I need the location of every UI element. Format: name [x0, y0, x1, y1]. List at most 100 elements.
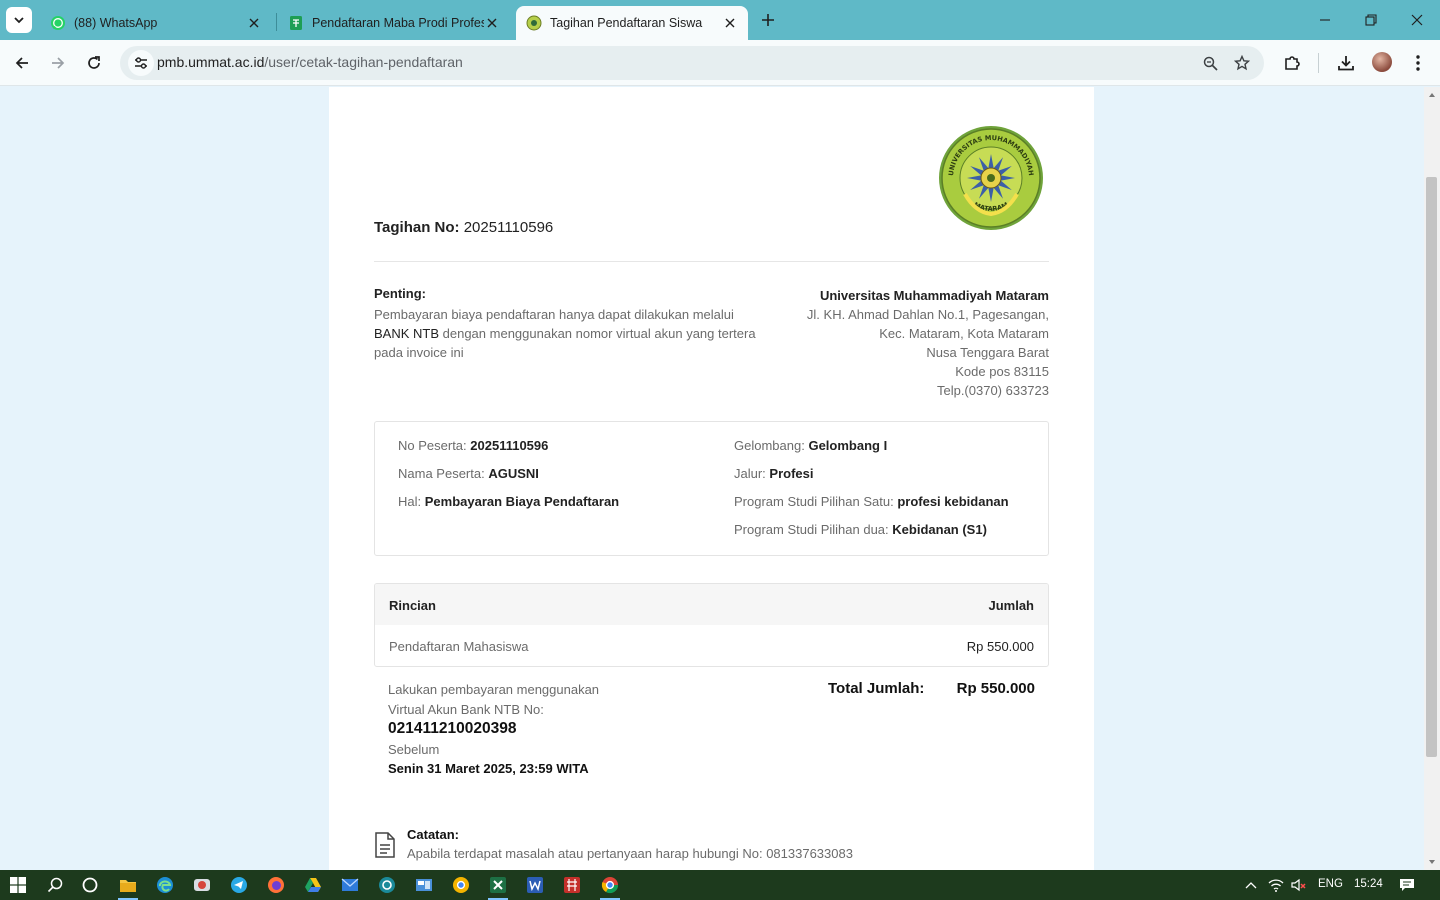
cortana-icon — [82, 877, 98, 893]
tune-icon — [135, 57, 147, 69]
document-icon — [375, 832, 395, 858]
cortana-button[interactable] — [78, 873, 102, 897]
scroll-down-icon[interactable] — [1428, 858, 1436, 866]
app-icon — [564, 877, 580, 893]
table-header — [375, 584, 1048, 625]
scroll-up-icon[interactable] — [1428, 91, 1436, 99]
app-icon — [416, 879, 432, 891]
download-icon — [1338, 56, 1354, 71]
university-address: Universitas Muhammadiyah Mataram Jl. KH.… — [749, 286, 1049, 400]
downloads-button[interactable] — [1332, 49, 1360, 77]
table-row-amount: Rp 550.000 — [966, 639, 1034, 654]
back-button[interactable] — [8, 49, 36, 77]
taskbar-excel[interactable] — [486, 873, 510, 900]
taskbar-app-three[interactable] — [412, 873, 436, 897]
clock[interactable]: 15:24 — [1354, 878, 1383, 890]
taskbar-file-explorer[interactable] — [116, 873, 140, 900]
taskbar-mail[interactable] — [338, 873, 362, 897]
tab-search-button[interactable] — [6, 7, 32, 33]
zoom-button[interactable] — [1198, 51, 1222, 75]
taskbar-word[interactable] — [523, 873, 547, 897]
restore-button[interactable] — [1348, 0, 1394, 40]
taskbar-app-one[interactable] — [190, 873, 214, 897]
network-status[interactable] — [1268, 877, 1284, 893]
edge-icon — [157, 877, 173, 893]
tab-title: Tagihan Pendaftaran Siswa — [550, 16, 703, 30]
tab-divider — [276, 13, 277, 31]
address-line: Kec. Mataram, Kota Mataram — [879, 326, 1049, 341]
prodi-satu-field: Program Studi Pilihan Satu: profesi kebi… — [734, 494, 1009, 509]
sheets-icon — [288, 15, 304, 31]
tray-overflow-button[interactable] — [1243, 877, 1259, 893]
taskbar-telegram[interactable] — [227, 873, 251, 897]
tab-title: Pendaftaran Maba Prodi Profesi — [312, 16, 484, 30]
minimize-icon — [1320, 19, 1330, 21]
extensions-button[interactable] — [1278, 49, 1306, 77]
tab-pendaftaran-maba[interactable]: Pendaftaran Maba Prodi Profesi — [278, 6, 510, 40]
chevron-down-icon — [14, 17, 24, 24]
jalur-field: Jalur: Profesi — [734, 466, 814, 481]
field-value: Pembayaran Biaya Pendaftaran — [424, 494, 620, 509]
page-scrollbar[interactable] — [1424, 87, 1440, 870]
site-info-button[interactable] — [128, 50, 154, 76]
search-button[interactable] — [43, 873, 67, 897]
plus-icon — [762, 14, 774, 26]
divider — [374, 261, 1049, 262]
taskbar-chrome[interactable] — [449, 873, 473, 897]
bookmark-button[interactable] — [1230, 51, 1254, 75]
field-label: Jalur: — [734, 466, 766, 481]
taskbar-edge[interactable] — [153, 873, 177, 897]
virtual-account-number: 021411210020398 — [388, 720, 517, 737]
browser-menu-button[interactable] — [1404, 49, 1432, 77]
notifications-button[interactable] — [1399, 877, 1415, 893]
scrollbar-thumb[interactable] — [1426, 177, 1437, 757]
field-label: Gelombang: — [734, 438, 805, 453]
start-button[interactable] — [6, 873, 30, 897]
field-label: Program Studi Pilihan dua: — [734, 522, 889, 537]
payment-va-label: Virtual Akun Bank NTB No: — [388, 702, 544, 717]
forward-button[interactable] — [44, 49, 72, 77]
close-icon[interactable] — [722, 15, 738, 31]
taskbar-chrome-active[interactable] — [598, 873, 622, 900]
taskbar-firefox[interactable] — [264, 873, 288, 897]
new-tab-button[interactable] — [756, 8, 780, 32]
close-window-button[interactable] — [1394, 0, 1440, 40]
address-line: Kode pos 83115 — [955, 364, 1049, 379]
catatan-text: Apabila terdapat masalah atau pertanyaan… — [407, 846, 853, 861]
profile-avatar[interactable] — [1372, 52, 1392, 72]
volume-status[interactable] — [1291, 877, 1307, 893]
close-icon[interactable] — [246, 15, 262, 31]
field-value: Profesi — [769, 466, 814, 481]
close-icon[interactable] — [484, 15, 500, 31]
taskbar-app-four[interactable] — [560, 873, 584, 897]
reload-button[interactable] — [80, 49, 108, 77]
field-label: Program Studi Pilihan Satu: — [734, 494, 894, 509]
excel-icon — [490, 877, 506, 893]
more-vert-icon — [1416, 55, 1420, 71]
minimize-button[interactable] — [1302, 0, 1348, 40]
total-value: Rp 550.000 — [956, 680, 1035, 697]
taskbar-app-two[interactable] — [375, 873, 399, 897]
tab-whatsapp[interactable]: (88) WhatsApp — [40, 6, 272, 40]
note-title: Penting: — [374, 286, 426, 301]
windows-taskbar: ENG 15:24 — [0, 870, 1440, 900]
language-indicator[interactable]: ENG — [1318, 878, 1343, 890]
university-logo: UNIVERSITAS MUHAMMADIYAH MATARAM — [939, 126, 1043, 230]
payment-instruction: Lakukan pembayaran menggunakan — [388, 682, 600, 697]
tab-tagihan-pendaftaran[interactable]: Tagihan Pendaftaran Siswa — [516, 6, 748, 40]
invoice-number-label: Tagihan No: — [374, 219, 460, 236]
star-icon — [1234, 55, 1250, 71]
university-name: Universitas Muhammadiyah Mataram — [819, 288, 1049, 303]
app-icon — [194, 879, 210, 891]
browser-toolbar: pmb.ummat.ac.id/user/cetak-tagihan-penda… — [0, 40, 1440, 86]
puzzle-icon — [1285, 56, 1300, 70]
telegram-icon — [231, 877, 247, 893]
taskbar-drive[interactable] — [301, 873, 325, 897]
chrome-icon — [453, 877, 469, 893]
billing-table: Rincian Jumlah Pendaftaran Mahasiswa Rp … — [374, 583, 1049, 667]
prodi-dua-field: Program Studi Pilihan dua: Kebidanan (S1… — [734, 522, 987, 537]
address-bar[interactable]: pmb.ummat.ac.id/user/cetak-tagihan-penda… — [120, 46, 1264, 80]
url-text[interactable]: pmb.ummat.ac.id/user/cetak-tagihan-penda… — [157, 54, 463, 70]
field-label: Nama Peserta: — [398, 466, 485, 481]
nama-peserta-field: Nama Peserta: AGUSNI — [398, 466, 539, 481]
